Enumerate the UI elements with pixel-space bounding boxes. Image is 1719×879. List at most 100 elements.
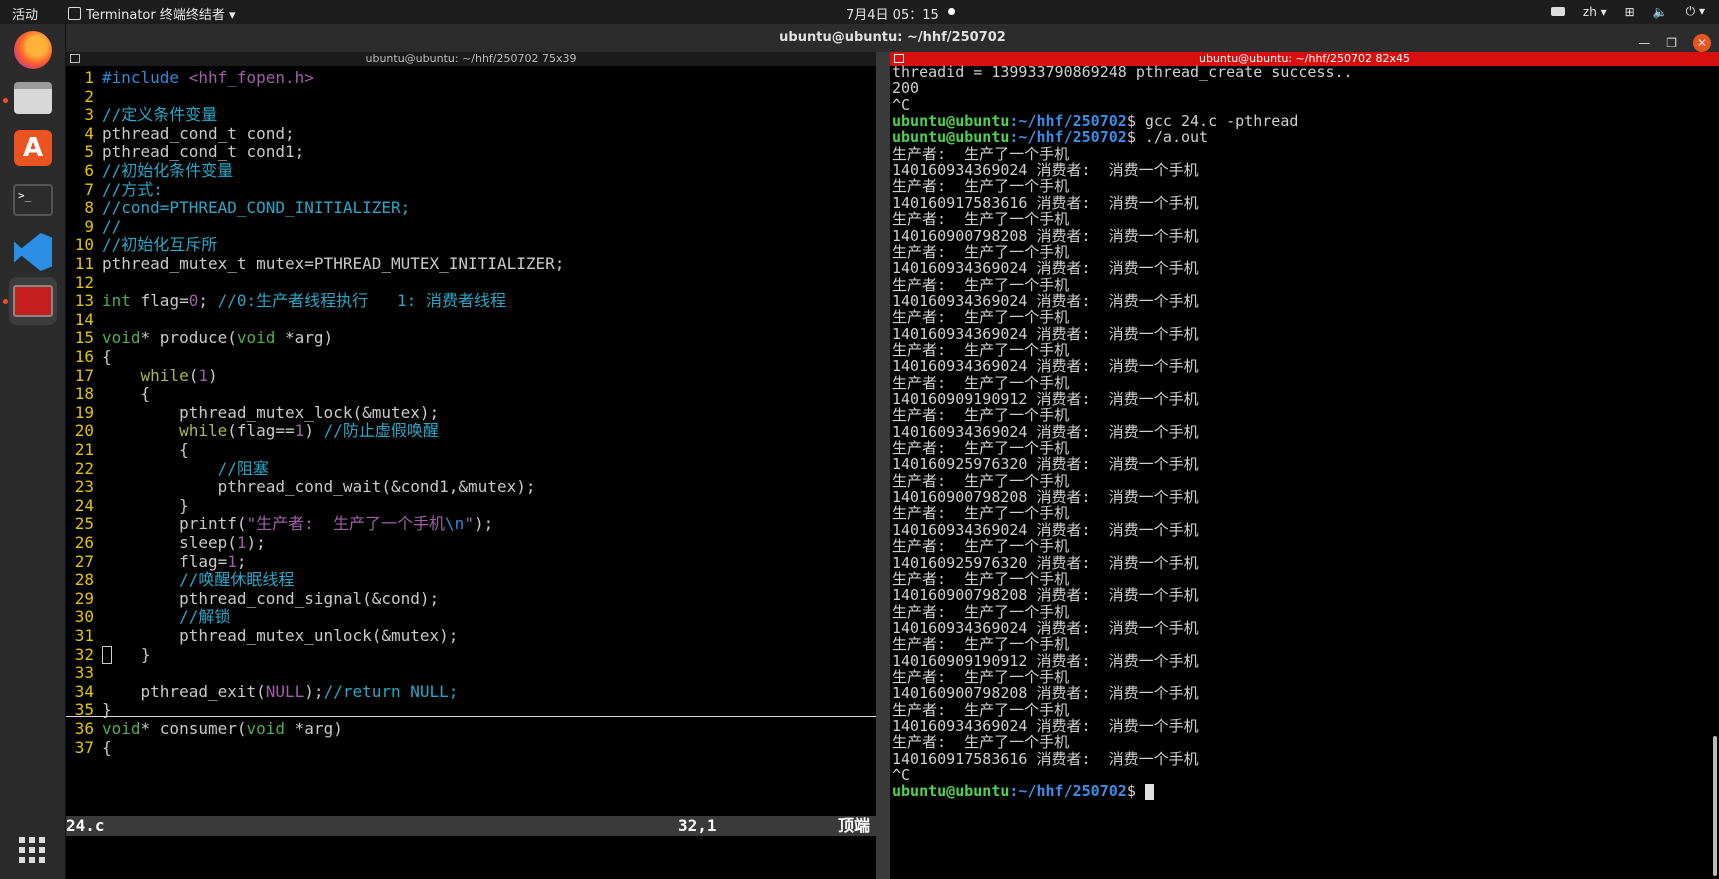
- code-line[interactable]: 29 pthread_cond_signal(&cond);: [66, 589, 876, 609]
- terminal-pane[interactable]: threadid = 139933790869248 pthread_creat…: [890, 64, 1719, 879]
- code-line[interactable]: 16{: [66, 347, 876, 367]
- dock-terminator[interactable]: [9, 277, 57, 325]
- power-icon[interactable]: ⏻ ▾: [1686, 4, 1705, 19]
- code-line[interactable]: 30 //解锁: [66, 607, 876, 627]
- pane-splitter[interactable]: [876, 52, 890, 879]
- code-line[interactable]: 14: [66, 310, 876, 330]
- code-line[interactable]: 22 //阻塞: [66, 459, 876, 479]
- terminator-app-icon: [68, 7, 81, 20]
- code-line[interactable]: 21 {: [66, 440, 876, 460]
- pane-grid-icon[interactable]: [70, 54, 80, 63]
- terminal-line: 生产者: 生产了一个手机: [892, 635, 1070, 654]
- line-number: 7: [84, 179, 94, 199]
- terminal-line: 生产者: 生产了一个手机: [892, 144, 1070, 163]
- pane-grid-icon[interactable]: [894, 54, 904, 63]
- code-line[interactable]: 36 void* consumer(void *arg): [66, 719, 876, 739]
- system-tray[interactable]: zh ▾ ⊞ 🔈 ⏻ ▾: [1550, 4, 1705, 19]
- code-line[interactable]: 12: [66, 273, 876, 293]
- code-line[interactable]: 15 void* produce(void *arg): [66, 328, 876, 348]
- code-line[interactable]: 2: [66, 87, 876, 107]
- code-line[interactable]: 10//初始化互斥所: [66, 235, 876, 255]
- code-line[interactable]: 11 pthread_mutex_t mutex=PTHREAD_MUTEX_IN…: [66, 254, 876, 274]
- code-line[interactable]: 27 flag=1;: [66, 552, 876, 572]
- volume-icon[interactable]: 🔈: [1653, 5, 1668, 19]
- vim-editor-pane[interactable]: 1 #include <hhf_fopen.h> 2 3//定义条件变量 4 pthrea…: [66, 66, 876, 879]
- code-line[interactable]: 25 printf("生产者: 生产了一个手机\n");: [66, 514, 876, 534]
- terminal-line: 140160900798208 消费者: 消费一个手机: [892, 586, 1199, 605]
- line-number: 3: [84, 105, 94, 125]
- code-line[interactable]: 5 pthread_cond_t cond1;: [66, 142, 876, 162]
- terminal-line: 140160909190912 消费者: 消费一个手机: [892, 390, 1199, 408]
- code-line[interactable]: 20 while(flag==1) //防止虚假唤醒: [66, 421, 876, 441]
- app-grid-icon[interactable]: [19, 837, 45, 863]
- app-menu[interactable]: Terminator 终端终结者 ▾: [68, 4, 236, 23]
- code-line[interactable]: 26 sleep(1);: [66, 533, 876, 553]
- terminal-line: 140160900798208 消费者: 消费一个手机: [892, 488, 1199, 507]
- terminal-line: ^C: [892, 95, 911, 114]
- app-menu-label: Terminator 终端终结者 ▾: [86, 8, 236, 23]
- dock-firefox[interactable]: [9, 26, 57, 74]
- terminal-scrollbar[interactable]: [1713, 736, 1717, 876]
- keyboard-icon[interactable]: [1550, 7, 1565, 16]
- code-line[interactable]: 35}: [66, 700, 876, 720]
- dock-terminal[interactable]: >_: [9, 176, 57, 224]
- line-number: 19: [74, 402, 94, 422]
- code-line[interactable]: 33: [66, 663, 876, 683]
- status-scroll-position: 顶端: [837, 816, 870, 835]
- dock-files[interactable]: [9, 74, 57, 122]
- terminal-line: 生产者: 生产了一个手机: [892, 471, 1070, 490]
- code-line[interactable]: 18 {: [66, 384, 876, 404]
- activities-button[interactable]: 活动: [12, 4, 38, 23]
- code-line[interactable]: 31 pthread_mutex_unlock(&mutex);: [66, 626, 876, 646]
- terminal-line: 140160934369024 消费者: 消费一个手机: [892, 324, 1199, 343]
- line-number: 15: [74, 328, 94, 348]
- terminal-line: 140160917583616 消费者: 消费一个手机: [892, 193, 1199, 212]
- line-number: 8: [84, 198, 94, 218]
- dock-vscode[interactable]: [9, 228, 57, 276]
- terminal-line: 140160934369024 消费者: 消费一个手机: [892, 357, 1199, 376]
- code-line[interactable]: 1 #include <hhf_fopen.h>: [66, 68, 876, 88]
- code-line[interactable]: 9//: [66, 217, 876, 237]
- code-line[interactable]: 24 }: [66, 496, 876, 516]
- code-line[interactable]: 28 //唤醒休眠线程: [66, 570, 876, 590]
- terminal-line: 生产者: 生产了一个手机: [892, 667, 1070, 686]
- code-line[interactable]: 32 }: [66, 645, 876, 665]
- notification-dot-icon: [948, 8, 955, 15]
- left-pane-titlebar[interactable]: ubuntu@ubuntu: ~/hhf/250702 75x39: [66, 52, 876, 66]
- terminal-line: 生产者: 生产了一个手机: [892, 439, 1070, 458]
- close-icon[interactable]: ✕: [1693, 34, 1711, 52]
- line-number: 20: [74, 421, 94, 441]
- dock-software-store[interactable]: A: [9, 124, 57, 172]
- line-number: 28: [74, 570, 94, 590]
- clock[interactable]: 7月4日 05：15: [846, 4, 939, 23]
- running-indicator: [3, 98, 8, 103]
- code-line[interactable]: 4 pthread_cond_t cond;: [66, 124, 876, 144]
- code-line[interactable]: 8//cond=PTHREAD_COND_INITIALIZER;: [66, 198, 876, 218]
- line-number: 30: [74, 607, 94, 627]
- terminal-line: 140160934369024 消费者: 消费一个手机: [892, 520, 1199, 539]
- terminal-line: 生产者: 生产了一个手机: [892, 308, 1070, 327]
- code-line[interactable]: 17 while(1): [66, 366, 876, 386]
- line-number: 2: [84, 86, 94, 106]
- code-line[interactable]: 3//定义条件变量: [66, 105, 876, 125]
- line-number: 1: [84, 68, 94, 87]
- line-number: 4: [84, 123, 94, 143]
- window-title: ubuntu@ubuntu: ~/hhf/250702: [779, 30, 1006, 45]
- network-icon[interactable]: ⊞: [1625, 5, 1635, 19]
- code-line[interactable]: 23 pthread_cond_wait(&cond1,&mutex);: [66, 477, 876, 497]
- line-number: 37: [74, 737, 94, 757]
- window-titlebar[interactable]: ubuntu@ubuntu: ~/hhf/250702 — ❐ ✕: [66, 24, 1719, 52]
- code-line[interactable]: 37{: [66, 738, 876, 758]
- code-line[interactable]: 13 int flag=0; //0:生产者线程执行 1: 消费者线程: [66, 291, 876, 311]
- terminal-line: 140160934369024 消费者: 消费一个手机: [892, 259, 1199, 278]
- code-line[interactable]: 34 pthread_exit(NULL);//return NULL;: [66, 682, 876, 702]
- terminal-line: ubuntu@ubuntu:~/hhf/250702$: [892, 783, 1154, 800]
- line-number: 31: [74, 626, 94, 645]
- terminal-line: 生产者: 生产了一个手机: [892, 537, 1070, 556]
- code-line[interactable]: 19 pthread_mutex_lock(&mutex);: [66, 403, 876, 423]
- code-line[interactable]: 7//方式:: [66, 180, 876, 200]
- language-selector[interactable]: zh ▾: [1583, 5, 1607, 19]
- line-number: 16: [74, 347, 94, 366]
- code-line[interactable]: 6//初始化条件变量: [66, 161, 876, 181]
- terminal-line: ubuntu@ubuntu:~/hhf/250702$ gcc 24.c -pt…: [892, 112, 1299, 131]
